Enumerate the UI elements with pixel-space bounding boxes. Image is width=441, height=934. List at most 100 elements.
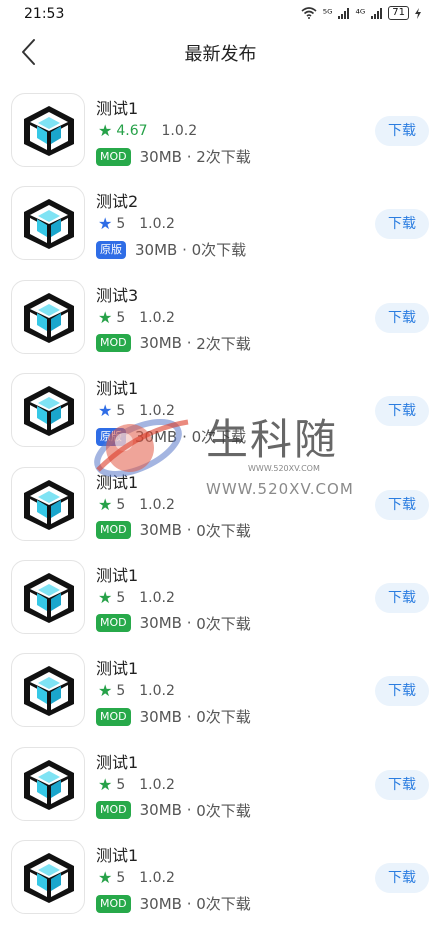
- app-name[interactable]: 测试2: [96, 188, 138, 212]
- rating-value: 5: [116, 496, 126, 513]
- file-size: 30MB: [139, 521, 182, 540]
- download-count: 0次下载: [196, 614, 251, 633]
- version-type-badge: MOD: [96, 894, 131, 913]
- version: 1.0.2: [139, 309, 175, 326]
- star-icon: ★: [98, 214, 113, 234]
- download-button[interactable]: 下载: [375, 769, 429, 800]
- list-item[interactable]: 测试1 ★ 5 1.0.2 MOD 30MB · 0次下载 下载: [0, 559, 441, 653]
- meta-row: MOD 30MB · 2次下载: [96, 333, 251, 354]
- download-button[interactable]: 下载: [375, 676, 429, 707]
- rating-row: ★ 5 1.0.2: [98, 587, 175, 607]
- download-button[interactable]: 下载: [375, 863, 429, 894]
- star-icon: ★: [98, 681, 113, 701]
- version: 1.0.2: [139, 870, 175, 887]
- star-icon: ★: [98, 868, 113, 888]
- list-item[interactable]: 测试2 ★ 5 1.0.2 原版 30MB · 0次下载 下载: [0, 186, 441, 279]
- network-5g-label: ⁵ᴳ: [322, 6, 333, 20]
- download-button[interactable]: 下载: [375, 582, 429, 613]
- download-count: 0次下载: [196, 521, 251, 540]
- meta-row: MOD 30MB · 0次下载: [96, 800, 251, 821]
- app-list: 测试1 ★ 4.67 1.0.2 MOD 30MB · 2次下载 下载 测试2 …: [0, 93, 441, 934]
- file-size: 30MB: [139, 334, 182, 353]
- download-button[interactable]: 下载: [375, 489, 429, 520]
- app-name[interactable]: 测试1: [96, 749, 138, 773]
- separator-dot: ·: [181, 521, 197, 540]
- version-type-badge: MOD: [96, 147, 131, 166]
- app-icon[interactable]: [11, 746, 85, 821]
- separator-dot: ·: [181, 614, 197, 633]
- charging-bolt-icon: [415, 7, 421, 19]
- star-icon: ★: [98, 121, 113, 140]
- meta-row: MOD 30MB · 0次下载: [96, 893, 251, 914]
- meta-row: MOD 30MB · 2次下载: [96, 146, 251, 167]
- rating-value: 5: [116, 309, 126, 326]
- file-size: 30MB: [139, 147, 182, 166]
- meta-row: 原版 30MB · 0次下载: [96, 426, 246, 447]
- app-name[interactable]: 测试1: [96, 842, 138, 866]
- file-size: 30MB: [139, 614, 182, 633]
- battery-indicator: 71: [388, 6, 409, 20]
- rating-row: ★ 5 1.0.2: [98, 214, 175, 234]
- separator-dot: ·: [181, 147, 197, 166]
- rating-value: 4.67: [116, 123, 148, 139]
- download-count: 0次下载: [196, 895, 251, 914]
- separator-dot: ·: [181, 334, 197, 353]
- app-name[interactable]: 测试1: [96, 375, 138, 399]
- star-icon: ★: [98, 307, 113, 327]
- list-item[interactable]: 测试1 ★ 5 1.0.2 MOD 30MB · 0次下载 下载: [0, 840, 441, 933]
- rating-row: ★ 5 1.0.2: [98, 307, 175, 327]
- download-button[interactable]: 下载: [375, 302, 429, 333]
- list-item[interactable]: 测试3 ★ 5 1.0.2 MOD 30MB · 2次下载 下载: [0, 279, 441, 373]
- app-icon[interactable]: [11, 466, 85, 541]
- app-name[interactable]: 测试1: [96, 655, 138, 679]
- download-button[interactable]: 下载: [375, 396, 429, 427]
- version: 1.0.2: [161, 123, 198, 139]
- app-name[interactable]: 测试3: [96, 282, 138, 306]
- download-count: 0次下载: [191, 428, 247, 447]
- version: 1.0.2: [139, 589, 175, 606]
- separator-dot: ·: [181, 707, 197, 726]
- rating-value: 5: [116, 870, 126, 887]
- separator-dot: ·: [181, 894, 197, 913]
- version-type-badge: MOD: [96, 801, 131, 820]
- download-button[interactable]: 下载: [375, 209, 429, 240]
- list-item[interactable]: 测试1 ★ 5 1.0.2 MOD 30MB · 0次下载 下载: [0, 746, 441, 840]
- header: 最新发布: [0, 28, 441, 76]
- download-count: 0次下载: [191, 241, 247, 260]
- rating-row: ★ 5 1.0.2: [98, 681, 175, 701]
- app-icon[interactable]: [11, 93, 85, 167]
- version-type-badge: MOD: [96, 521, 131, 540]
- rating-row: ★ 5 1.0.2: [98, 868, 175, 888]
- rating-value: 5: [116, 589, 126, 606]
- status-bar: 21:53 ⁵ᴳ ⁴ᴳ 71: [0, 0, 441, 28]
- app-icon[interactable]: [11, 373, 85, 448]
- app-name[interactable]: 测试1: [96, 562, 138, 586]
- separator-dot: ·: [181, 801, 197, 820]
- app-icon[interactable]: [11, 279, 85, 354]
- list-item[interactable]: 测试1 ★ 5 1.0.2 MOD 30MB · 0次下载 下载: [0, 466, 441, 560]
- star-icon: ★: [98, 494, 113, 514]
- download-button[interactable]: 下载: [375, 116, 429, 146]
- star-icon: ★: [98, 774, 113, 794]
- rating-row: ★ 5 1.0.2: [98, 403, 175, 420]
- meta-row: 原版 30MB · 0次下载: [96, 239, 246, 260]
- app-icon[interactable]: [11, 840, 85, 915]
- rating-row: ★ 5 1.0.2: [98, 494, 175, 514]
- file-size: 30MB: [135, 240, 178, 259]
- file-size: 30MB: [139, 707, 182, 726]
- list-item[interactable]: 测试1 ★ 5 1.0.2 原版 30MB · 0次下载 下载: [0, 373, 441, 466]
- list-item[interactable]: 测试1 ★ 5 1.0.2 MOD 30MB · 0次下载 下载: [0, 653, 441, 746]
- separator-dot: ·: [177, 240, 192, 259]
- network-4g-label: ⁴ᴳ: [355, 6, 366, 20]
- download-count: 2次下载: [196, 334, 251, 353]
- meta-row: MOD 30MB · 0次下载: [96, 613, 251, 634]
- app-icon[interactable]: [11, 559, 85, 634]
- app-name[interactable]: 测试1: [96, 469, 138, 493]
- list-item[interactable]: 测试1 ★ 4.67 1.0.2 MOD 30MB · 2次下载 下载: [0, 93, 441, 186]
- app-icon[interactable]: [11, 186, 85, 261]
- app-icon[interactable]: [11, 653, 85, 728]
- status-time: 21:53: [24, 6, 65, 22]
- version-type-badge: MOD: [96, 334, 131, 353]
- app-name[interactable]: 测试1: [96, 95, 138, 119]
- star-icon: ★: [98, 587, 113, 607]
